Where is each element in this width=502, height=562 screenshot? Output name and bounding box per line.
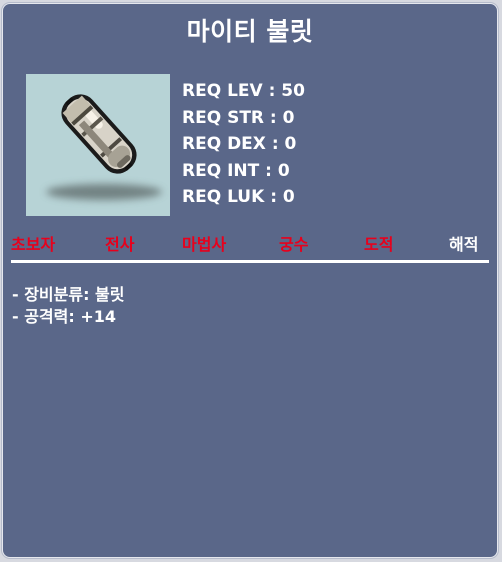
job-warrior: 전사 [105, 235, 135, 254]
item-name: 마이티 불릿 [186, 17, 314, 46]
requirement-list: REQ LEV : 50 REQ STR : 0 REQ DEX : 0 REQ… [182, 78, 305, 211]
req-dex: REQ DEX : 0 [182, 134, 297, 154]
section-divider [11, 260, 489, 263]
req-str: REQ STR : 0 [182, 107, 295, 128]
bullet-icon [46, 94, 162, 200]
job-beginner: 초보자 [11, 235, 56, 254]
item-tooltip: 마이티 불릿 REQ LEV: 50 REQ STR: 0 REQ DEX … [2, 3, 498, 558]
job-pirate: 해적 [449, 235, 479, 254]
job-magician: 마법사 [182, 235, 227, 254]
item-description: - 장비분류: 불릿 - 공격력: +14 [12, 284, 125, 328]
equipment-type-line: - 장비분류: 불릿 [12, 285, 125, 304]
req-int: REQ INT : 0 [182, 160, 290, 181]
item-icon-frame [26, 74, 170, 216]
job-archer: 궁수 [279, 235, 309, 254]
attack-power-line: - 공격력: +14 [12, 307, 117, 326]
job-thief: 도적 [364, 235, 394, 254]
req-level: REQ LEV : 50 [182, 81, 305, 101]
req-luk: REQ LUK : 0 [182, 187, 295, 207]
job-requirements: 초보자 전사 마법사 궁수 도적 해적 [11, 231, 491, 257]
